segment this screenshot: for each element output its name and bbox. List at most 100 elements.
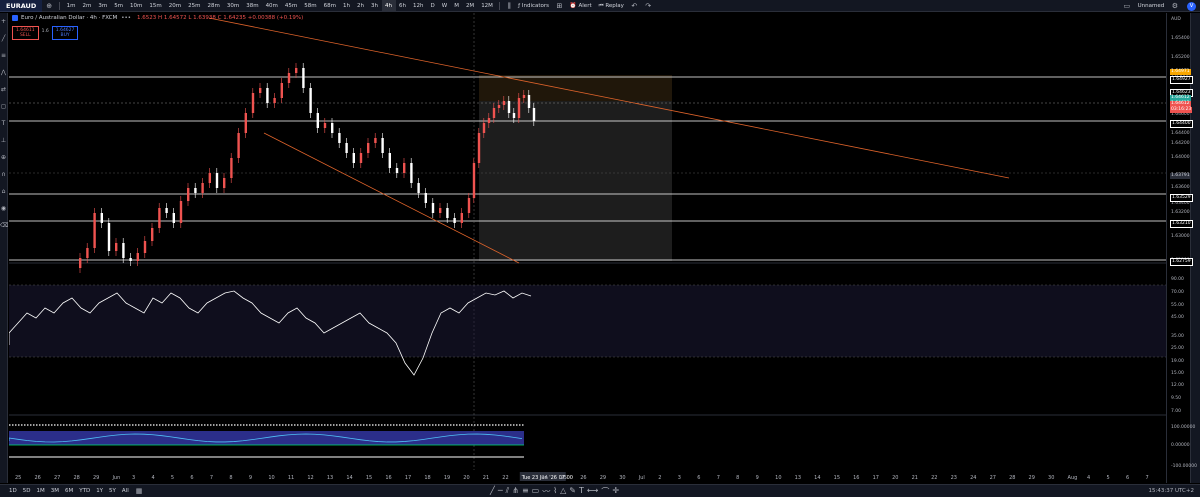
eye-icon[interactable]: ◉ [0,200,7,217]
replay-button[interactable]: ⏮ Replay [595,0,627,12]
time-axis-canvas[interactable]: 25 26 27 28 29 Jun 3 4 5 6 7 8 9 10 11 12 13 14 15 16 17 18 19… [9,470,1166,483]
timeframe-28m[interactable]: 28m [204,0,223,12]
time-label: 24 [541,475,547,481]
chart-type-icon[interactable]: ⫼ [503,0,514,12]
line-tool-icon[interactable]: ╱ [490,486,495,497]
timeframe-68m[interactable]: 68m [320,0,339,12]
range-all[interactable]: All [119,488,132,494]
ray-tool-icon[interactable]: ─ [498,486,503,497]
osc-histogram [9,431,524,445]
channel-tool-icon[interactable]: ⫽ [506,486,510,497]
rsi-scale-label: 9.50 [1171,396,1182,401]
timeframe-W[interactable]: W [438,0,450,12]
crosshair-icon[interactable]: + [0,13,7,30]
candle-body [244,113,247,133]
text-tool-icon[interactable]: T [579,486,584,497]
chart-area[interactable] [8,13,1166,483]
pattern-icon[interactable]: ⋀ [0,64,7,81]
price-scale[interactable]: AUD 1.654001.652001.650001.648001.646001… [1166,13,1197,483]
timeframe-1m[interactable]: 1m [63,0,79,12]
timeframe-6h[interactable]: 6h [396,0,410,12]
timeframe-3h[interactable]: 3h [368,0,382,12]
undo-icon[interactable]: ↶ [627,0,641,12]
legend-title[interactable]: Euro / Australian Dollar · 4h · FXCM [21,15,117,21]
lock-icon[interactable]: ⌂ [0,183,7,200]
buy-button[interactable]: 1.64627 BUY [51,26,79,40]
timeframe-2M[interactable]: 2M [462,0,477,12]
compare-icon[interactable]: ⊕ [42,0,56,12]
timeframe-2h[interactable]: 2h [354,0,368,12]
range-5y[interactable]: 5Y [106,488,119,494]
forecast-icon[interactable]: ⇄ [0,81,7,98]
cross-tool-icon[interactable]: ✛ [612,486,619,497]
triangle-icon[interactable]: △ [560,486,566,497]
time-label: 10 [268,475,274,481]
timeframe-45m[interactable]: 45m [281,0,300,12]
calendar-icon[interactable]: ▦ [136,487,143,495]
timeframe-15m[interactable]: 15m [146,0,165,12]
timeframe-40m[interactable]: 40m [262,0,281,12]
timeframe-M[interactable]: M [451,0,463,12]
timeframe-58m[interactable]: 58m [301,0,320,12]
clock[interactable]: 15:43:37 UTC+2 [1149,488,1194,494]
templates-icon[interactable]: ⊞ [553,0,567,12]
alert-button[interactable]: ⏰ Alert [566,0,595,12]
range-5d[interactable]: 5D [20,488,34,494]
magnet-icon[interactable]: ∩ [0,166,7,183]
timeframe-5m[interactable]: 5m [111,0,127,12]
redo-icon[interactable]: ↷ [641,0,655,12]
timeframe-25m[interactable]: 25m [185,0,204,12]
settings-icon[interactable]: ⚙ [1168,0,1182,12]
rect-tool-icon[interactable]: ▭ [532,486,540,497]
time-label: 17 [405,475,411,481]
range-ytd[interactable]: YTD [76,488,93,494]
chart-canvas[interactable] [8,13,1166,483]
avatar[interactable]: V [1187,1,1196,11]
range-1y[interactable]: 1Y [93,488,106,494]
range-6m[interactable]: 6M [62,488,76,494]
pencil-icon[interactable]: ✎ [569,486,576,497]
timeframe-D[interactable]: D [427,0,438,12]
timeframe-30m[interactable]: 30m [223,0,242,12]
time-axis[interactable]: 25 26 27 28 29 Jun 3 4 5 6 7 8 9 10 11 12 13 14 15 16 17 18 19… [9,470,1166,483]
candle-body [367,143,370,153]
text-icon[interactable]: T [0,115,7,132]
indicators-button[interactable]: ƒ Indicators [515,0,553,12]
symbol-search[interactable]: EURAUD [0,0,43,12]
layout-name[interactable]: Unnamed [1134,0,1168,12]
range-3m[interactable]: 3M [48,488,62,494]
path-icon[interactable]: ⌇ [553,486,557,497]
layout-icon[interactable]: ▭ [1119,0,1134,12]
timeframe-10m[interactable]: 10m [127,0,146,12]
range-1m[interactable]: 1M [33,488,47,494]
time-label: 3 [678,475,681,481]
trendline-icon[interactable]: ╱ [0,30,7,47]
fib-icon[interactable]: ≡ [0,47,7,64]
measure-icon[interactable]: ⟷ [587,486,598,497]
timeframe-12M[interactable]: 12M [478,0,497,12]
alarm-icon: ⏰ [569,2,579,9]
currency-label[interactable]: AUD [1171,17,1181,22]
range-1d[interactable]: 1D [6,488,20,494]
pitchfork-icon[interactable]: ⋔ [512,486,519,497]
timeframe-12h[interactable]: 12h [410,0,427,12]
brush-icon[interactable]: ⌒ [601,486,609,497]
timeframe-20m[interactable]: 20m [165,0,184,12]
candle-body [230,158,233,178]
trash-icon[interactable]: ⌫ [0,217,8,234]
candle-body [251,93,255,113]
more-icon[interactable]: ••• [121,15,131,21]
ruler-icon[interactable]: ⊥ [0,132,7,149]
separator [59,1,61,10]
timeframe-4h[interactable]: 4h [381,0,396,12]
timeframe-3m[interactable]: 3m [95,0,111,12]
timeframe-2m[interactable]: 2m [79,0,95,12]
fib-tool-icon[interactable]: ≡ [522,486,529,497]
range-list: 1D 5D 1M 3M 6M YTD 1Y 5Y All [6,488,132,494]
shapes-icon[interactable]: ◻ [0,98,7,115]
timeframe-1h[interactable]: 1h [340,0,354,12]
zoom-icon[interactable]: ⊕ [0,149,7,166]
sell-button[interactable]: 1.64611 SELL [12,26,39,40]
zigzag-icon[interactable]: 〰 [542,486,550,497]
timeframe-38m[interactable]: 38m [243,0,262,12]
